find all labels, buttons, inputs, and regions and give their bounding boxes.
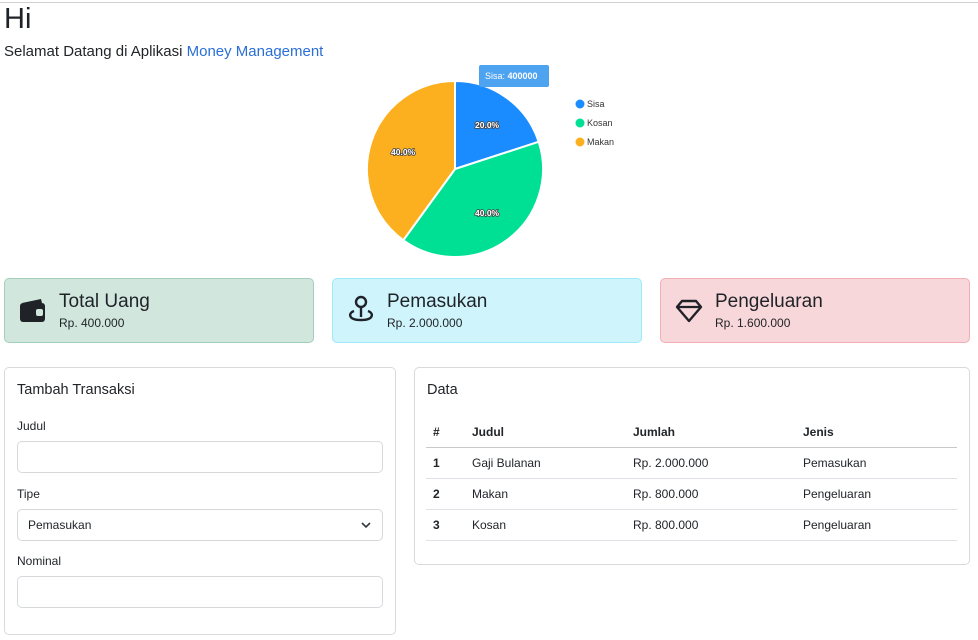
legend-label-sisa[interactable]: Sisa	[587, 99, 605, 109]
pie-label-sisa: 20.0%	[475, 120, 500, 130]
pin-icon	[348, 295, 374, 322]
top-divider	[0, 2, 978, 3]
welcome-prefix: Selamat Datang di Aplikasi	[4, 43, 183, 60]
tambah-transaksi-panel: Tambah Transaksi Judul Tipe Pemasukan No…	[4, 367, 396, 635]
pemasukan-title: Pemasukan	[387, 291, 488, 312]
row-jenis: Pengeluaran	[796, 509, 957, 541]
nominal-input[interactable]	[17, 576, 383, 608]
row-judul: Gaji Bulanan	[465, 447, 626, 479]
header-judul: Judul	[465, 418, 626, 448]
total-uang-title: Total Uang	[59, 291, 150, 312]
legend-marker-sisa	[575, 99, 585, 109]
pengeluaran-card: Pengeluaran Rp. 1.600.000	[660, 278, 970, 343]
row-number: 3	[426, 509, 465, 541]
data-panel: Data # Judul Jumlah Jenis 1 Gaji Bulanan…	[414, 367, 970, 565]
row-judul: Makan	[465, 478, 626, 510]
legend-marker-kosan	[575, 118, 585, 128]
app-name: Money Management	[186, 43, 324, 60]
chart-tooltip: Sisa: 400000	[479, 65, 549, 87]
legend-marker-makan	[575, 137, 585, 147]
chevron-down-icon	[361, 522, 371, 529]
table-row: 3 Kosan Rp. 800.000 Pengeluaran	[426, 509, 957, 541]
tooltip-value: 400000	[508, 71, 538, 81]
tipe-label: Tipe	[17, 487, 40, 501]
pie-label-makan: 40.0%	[391, 147, 416, 157]
table-row: 2 Makan Rp. 800.000 Pengeluaran	[426, 478, 957, 510]
gem-icon	[675, 299, 703, 323]
header-jumlah: Jumlah	[626, 418, 796, 448]
row-jenis: Pengeluaran	[796, 478, 957, 510]
row-jenis: Pemasukan	[796, 447, 957, 479]
header-number: #	[426, 418, 465, 448]
wallet-icon	[20, 299, 45, 322]
table-row: 1 Gaji Bulanan Rp. 2.000.000 Pemasukan	[426, 447, 957, 479]
pemasukan-value: Rp. 2.000.000	[387, 316, 463, 330]
welcome-text: Selamat Datang di Aplikasi Money Managem…	[4, 43, 323, 61]
tooltip-label: Sisa:	[485, 71, 508, 81]
data-title: Data	[427, 382, 458, 398]
greeting-heading: Hi	[4, 3, 32, 35]
row-judul: Kosan	[465, 509, 626, 541]
total-uang-card: Total Uang Rp. 400.000	[4, 278, 314, 343]
row-jumlah: Rp. 800.000	[626, 478, 796, 510]
legend-label-makan[interactable]: Makan	[587, 137, 614, 147]
transactions-table: # Judul Jumlah Jenis 1 Gaji Bulanan Rp. …	[426, 418, 957, 541]
row-jumlah: Rp. 800.000	[626, 509, 796, 541]
pie-label-kosan: 40.0%	[475, 208, 500, 218]
tipe-select[interactable]: Pemasukan	[17, 509, 383, 541]
row-jumlah: Rp. 2.000.000	[626, 447, 796, 479]
pengeluaran-title: Pengeluaran	[715, 291, 823, 312]
row-number: 2	[426, 478, 465, 510]
table-header-row: # Judul Jumlah Jenis	[426, 418, 957, 448]
pengeluaran-value: Rp. 1.600.000	[715, 316, 791, 330]
header-jenis: Jenis	[796, 418, 957, 448]
judul-input[interactable]	[17, 441, 383, 473]
svg-text:Sisa: 400000: Sisa: 400000	[485, 71, 538, 81]
judul-label: Judul	[17, 419, 46, 433]
row-number: 1	[426, 447, 465, 479]
form-title: Tambah Transaksi	[17, 382, 135, 398]
legend-label-kosan[interactable]: Kosan	[587, 118, 613, 128]
tipe-selected-value: Pemasukan	[28, 518, 92, 532]
total-uang-value: Rp. 400.000	[59, 316, 125, 330]
nominal-label: Nominal	[17, 554, 62, 568]
pie-chart: 20.0% 40.0% 40.0% Sisa Kosan Makan Sisa: 40000…	[366, 65, 614, 258]
pemasukan-card: Pemasukan Rp. 2.000.000	[332, 278, 642, 343]
